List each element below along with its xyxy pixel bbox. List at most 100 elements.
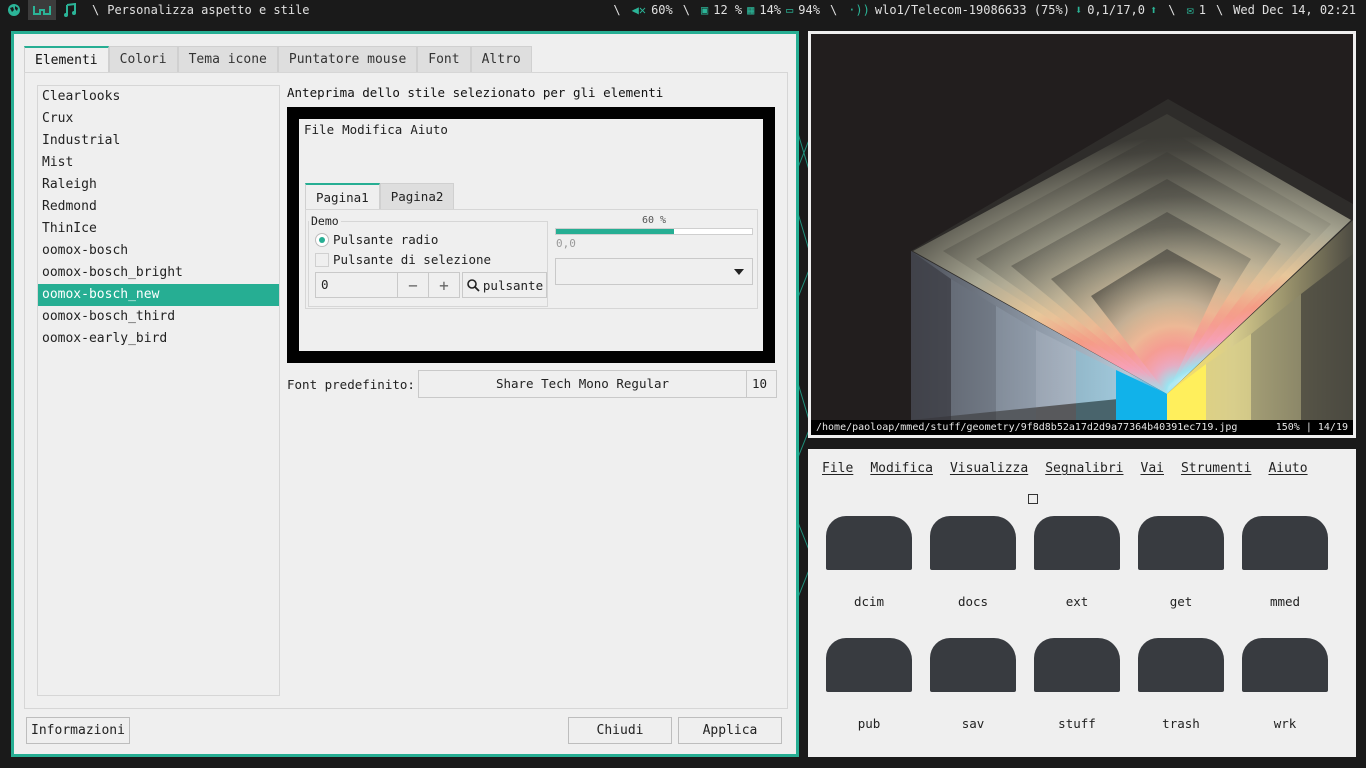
radio-option[interactable]: Pulsante radio [315,232,438,247]
theme-item[interactable]: oomox-bosch_third [38,306,279,328]
folder-item[interactable]: get [1136,516,1226,609]
preview-window: File Modifica Aiuto Pagina1 Pagina2 Demo… [299,119,763,351]
separator: \ [92,3,100,17]
folder-icon [826,638,912,692]
appearance-settings-window: Elementi Colori Tema icone Puntatore mou… [11,31,799,757]
progress-bar [555,228,753,235]
folder-item[interactable]: docs [928,516,1018,609]
folder-icon [1138,516,1224,570]
folder-item[interactable]: wrk [1240,638,1330,731]
preview-label: Anteprima dello stile selezionato per gl… [287,85,664,100]
theme-list[interactable]: Clearlooks Crux Industrial Mist Raleigh … [37,85,280,696]
tab-puntatore-mouse[interactable]: Puntatore mouse [277,46,418,72]
upload-icon: ⬆ [1150,3,1158,17]
tab-altro[interactable]: Altro [470,46,532,72]
menu-file[interactable]: File [822,461,853,476]
radio-label: Pulsante radio [333,232,439,247]
scroll-mode-icon [1028,494,1038,504]
folder-item[interactable]: stuff [1032,638,1122,731]
tab-elementi[interactable]: Elementi [24,46,109,72]
folder-item[interactable]: dcim [824,516,914,609]
folder-item[interactable]: sav [928,638,1018,731]
checkbox[interactable] [315,252,329,267]
theme-item[interactable]: oomox-early_bird [38,328,279,350]
preview-tab-pagina2[interactable]: Pagina2 [379,183,455,209]
image-viewer-window: /home/paoloap/mmed/stuff/geometry/9f8d8b… [808,31,1356,438]
menu-visualizza[interactable]: Visualizza [950,461,1028,476]
theme-item[interactable]: ThinIce [38,218,279,240]
memory-icon: ▦ [747,3,755,17]
theme-item[interactable]: Redmond [38,196,279,218]
menu-segnalibri[interactable]: Segnalibri [1045,461,1123,476]
menu-aiuto[interactable]: Aiuto [1268,461,1307,476]
close-button[interactable]: Chiudi [568,717,672,744]
preview-tab-pagina1[interactable]: Pagina1 [305,183,380,209]
folder-icon [930,516,1016,570]
separator: \ [829,3,838,17]
separator: \ [682,3,690,17]
file-manager-window: File Modifica Visualizza Segnalibri Vai … [808,449,1356,757]
separator: \ [613,3,621,17]
default-font-label: Font predefinito: [287,377,415,392]
chevron-down-icon [734,269,744,275]
folder-item[interactable]: trash [1136,638,1226,731]
volume-muted-icon[interactable]: ◀✕ [632,3,646,17]
theme-item[interactable]: Mist [38,152,279,174]
search-button[interactable]: pulsante [462,272,547,298]
mail-icon[interactable]: ✉ [1186,3,1193,17]
workspace-music[interactable] [56,0,84,20]
theme-item[interactable]: oomox-bosch_bright [38,262,279,284]
font-chooser-button[interactable]: Share Tech Mono Regular 10 [418,370,777,398]
cpu-usage: 12 % [713,3,743,17]
preview-menu-aiuto[interactable]: Aiuto [410,122,448,137]
theme-item[interactable]: Crux [38,108,279,130]
checkbox-label: Pulsante di selezione [333,252,492,267]
progress-text: 60 % [642,215,667,226]
folder-item[interactable]: mmed [1240,516,1330,609]
workspace-globe[interactable] [0,0,28,20]
network-status: wlo1/Telecom-19086633 (75%) [874,3,1070,17]
geometry-image[interactable] [811,34,1353,420]
apply-button[interactable]: Applica [678,717,782,744]
spin-button[interactable]: 0 − + [315,272,460,298]
check-option[interactable]: Pulsante di selezione [315,252,491,267]
image-path: /home/paoloap/mmed/stuff/geometry/9f8d8b… [816,422,1238,433]
plus-icon[interactable]: + [428,273,459,297]
network-speed: 0,1/17,0 [1087,3,1145,17]
settings-tabs: Elementi Colori Tema icone Puntatore mou… [24,46,532,72]
info-button[interactable]: Informazioni [26,717,130,744]
scale-value: 0,0 [556,237,576,250]
theme-item[interactable]: Raleigh [38,174,279,196]
battery-icon: ▭ [786,3,794,17]
tab-font[interactable]: Font [417,46,471,72]
folder-item[interactable]: ext [1032,516,1122,609]
menu-vai[interactable]: Vai [1141,461,1164,476]
minus-icon[interactable]: − [397,273,428,297]
folder-label: stuff [1058,716,1096,731]
preview-menu-file[interactable]: File [304,122,334,137]
preview-menubar: File Modifica Aiuto [304,122,448,137]
spin-value[interactable]: 0 [316,273,397,297]
theme-item[interactable]: Clearlooks [38,86,279,108]
workspace-glasses[interactable] [28,0,56,20]
menu-modifica[interactable]: Modifica [870,461,933,476]
tab-tema-icone[interactable]: Tema icone [177,46,278,72]
theme-preview: File Modifica Aiuto Pagina1 Pagina2 Demo… [287,107,775,363]
preview-menu-modifica[interactable]: Modifica [342,122,402,137]
combo-box[interactable] [555,258,753,285]
theme-item[interactable]: oomox-bosch [38,240,279,262]
radio-button[interactable] [315,232,329,247]
folder-label: get [1169,594,1193,609]
folder-item[interactable]: pub [824,638,914,731]
folder-label: dcim [853,594,885,609]
tab-colori[interactable]: Colori [108,46,178,72]
memory-usage: 14% [759,3,782,17]
preview-tabs: Pagina1 Pagina2 [305,183,455,209]
search-button-label: pulsante [482,277,544,293]
theme-item[interactable]: Industrial [38,130,279,152]
folder-label: pub [857,716,881,731]
theme-item-selected[interactable]: oomox-bosch_new [38,284,279,306]
font-size: 10 [746,371,776,397]
clock: Wed Dec 14, 02:21 [1233,3,1356,17]
menu-strumenti[interactable]: Strumenti [1181,461,1251,476]
